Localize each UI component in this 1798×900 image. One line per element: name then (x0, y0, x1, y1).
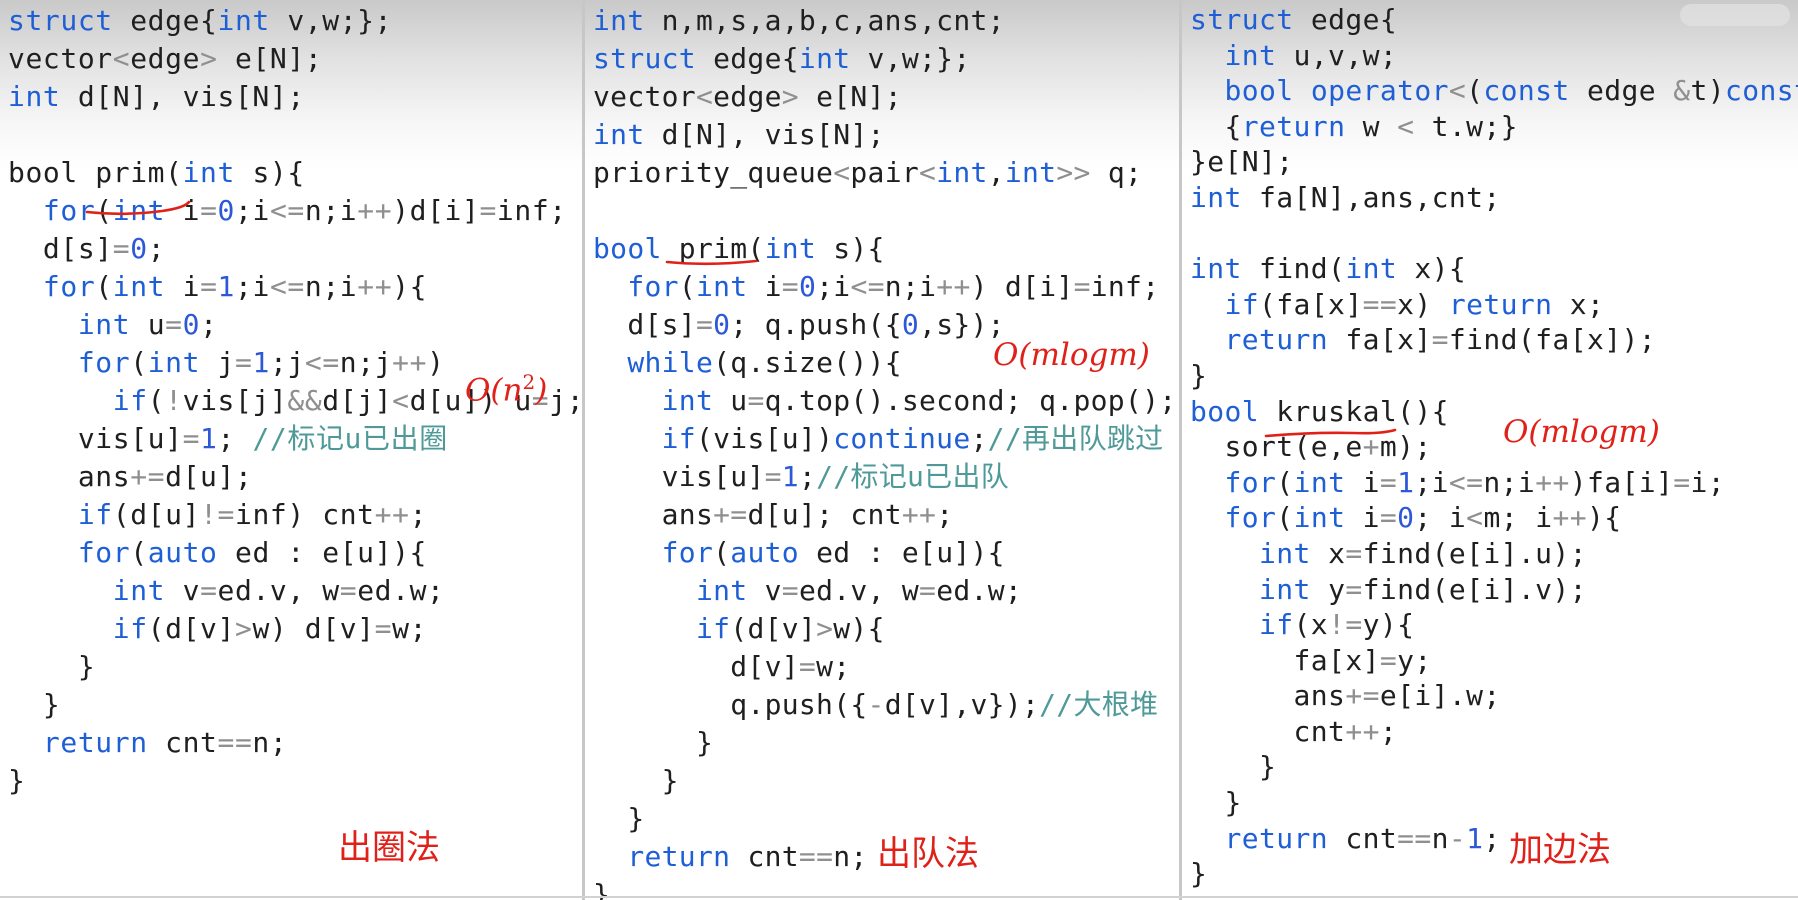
code-line: if(d[v]>w) d[v]=w; (112, 612, 428, 645)
code-line: struct edge{int v,w;}; (8, 4, 393, 37)
code-line: ans+=d[u]; cnt++; (593, 498, 954, 531)
code-line: bool prim(int s){ (8, 156, 305, 189)
code-line: int fa[N],ans,cnt; (1190, 180, 1501, 214)
code-line: vector<edge> e[N]; (593, 80, 902, 113)
code-line: for(auto ed : e[u]){ (661, 536, 1005, 569)
code-line: int x=find(e[i].u); (1259, 536, 1587, 570)
complexity-annotation: O(n2) (465, 370, 548, 409)
code-panel-prim-n2: struct edge{int v,w;}; vector<edge> e[N];… (0, 0, 582, 900)
code-line: ans+=e[i].w; (1190, 679, 1501, 713)
code-line: struct edge{int v,w;}; (593, 42, 971, 75)
watermark-logo (1680, 4, 1790, 26)
method-label: 出队法 (877, 834, 979, 874)
code-line: for(int i=1;i<=n;i++){ (42, 270, 428, 303)
code-line: d[s]=0; (8, 232, 166, 265)
code-line: priority_queue<pair<int,int>> q; (593, 156, 1143, 189)
code-line: if(fa[x]==x) return x; (1224, 287, 1605, 321)
code-block: int n,m,s,a,b,c,ans,cnt; struct edge{int … (585, 0, 1179, 900)
code-line: return cnt==n; (42, 726, 288, 759)
code-line: }e[N]; (1190, 145, 1294, 179)
underline-mark (1264, 428, 1397, 438)
code-line: int v=ed.v, w=ed.w; (695, 574, 1023, 607)
code-line: for(auto ed : e[u]){ (77, 536, 428, 569)
code-line: return cnt==n-1; (1224, 821, 1501, 855)
code-line: } (8, 764, 26, 797)
code-line: return fa[x]=find(fa[x]); (1224, 323, 1656, 357)
code-line: for(int i=0;i<=n;i++) d[i]=inf; (627, 270, 1160, 303)
code-line: int find(int x){ (1190, 252, 1467, 286)
method-label: 出圈法 (338, 828, 440, 868)
code-line: d[v]=w; (593, 650, 851, 683)
code-block: struct edge{ int u,v,w; bool operator<(c… (1182, 0, 1798, 892)
code-line: int y=find(e[i].v); (1259, 572, 1587, 606)
method-label: 加边法 (1509, 830, 1611, 870)
code-line: } (593, 764, 679, 797)
code-line: vis[u]=1;//标记u已出队 (593, 460, 1010, 493)
code-line: } (1190, 857, 1208, 891)
code-panel-kruskal: struct edge{ int u,v,w; bool operator<(c… (1182, 0, 1798, 900)
underline-mark (85, 200, 191, 216)
code-line: } (8, 650, 96, 683)
code-line: ans+=d[u]; (8, 460, 253, 493)
code-line: bool kruskal(){ (1190, 394, 1449, 428)
code-line: } (8, 688, 61, 721)
code-line: vector<edge> e[N]; (8, 42, 323, 75)
code-line: int v=ed.v, w=ed.w; (112, 574, 445, 607)
code-line: int n,m,s,a,b,c,ans,cnt; (593, 4, 1005, 37)
code-line: for(int i=1;i<=n;i++)fa[i]=i; (1224, 465, 1726, 499)
code-line: } (1190, 358, 1208, 392)
code-line: int u,v,w; (1224, 38, 1398, 72)
complexity-annotation: O(mlogm) (993, 337, 1150, 373)
code-line: q.push({-d[v],v});//大根堆 (593, 688, 1159, 721)
code-line: int d[N], vis[N]; (8, 80, 305, 113)
underline-mark (665, 259, 758, 266)
code-line: {return w < t.w;} (1190, 109, 1518, 143)
code-line: } (593, 726, 714, 759)
code-line: if(x!=y){ (1259, 608, 1415, 642)
code-line: int u=q.top().second; q.pop(); (661, 384, 1177, 417)
code-panel-prim-heap: int n,m,s,a,b,c,ans,cnt; struct edge{int … (585, 0, 1179, 900)
complexity-annotation: O(mlogm) (1503, 414, 1660, 450)
code-line: cnt++; (1190, 714, 1398, 748)
code-line: if(d[v]>w){ (695, 612, 885, 645)
code-line: fa[x]=y; (1190, 643, 1432, 677)
code-line: } (1190, 786, 1242, 820)
code-line: } (1190, 750, 1277, 784)
code-line: int u=0; (77, 308, 218, 341)
code-line: bool operator<(const edge &t)const (1224, 74, 1798, 108)
code-line: int d[N], vis[N]; (593, 118, 885, 151)
bottom-border (0, 896, 1798, 898)
code-line: if(d[u]!=inf) cnt++; (77, 498, 428, 531)
code-line: vis[u]=1; //标记u已出圈 (8, 422, 448, 455)
code-line: for(int i=0; i<m; i++){ (1224, 501, 1622, 535)
code-line: if(vis[u])continue;//再出队跳过 (661, 422, 1164, 455)
